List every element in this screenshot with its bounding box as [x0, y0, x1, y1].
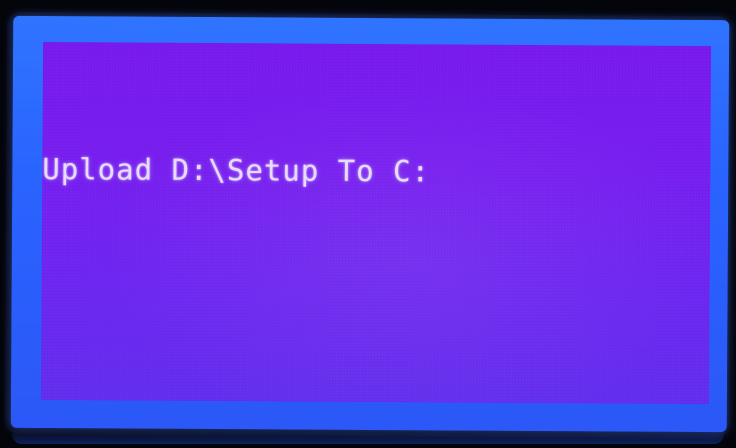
lcd-pixel-grid — [40, 41, 712, 405]
photo-scene: Upload D:\Setup To C: — [0, 0, 736, 448]
lcd-message: Upload D:\Setup To C: — [42, 151, 431, 189]
lcd-backlight-frame: Upload D:\Setup To C: — [10, 15, 730, 433]
bottom-backlight-glow — [12, 430, 724, 444]
lcd-screen: Upload D:\Setup To C: — [40, 41, 712, 405]
